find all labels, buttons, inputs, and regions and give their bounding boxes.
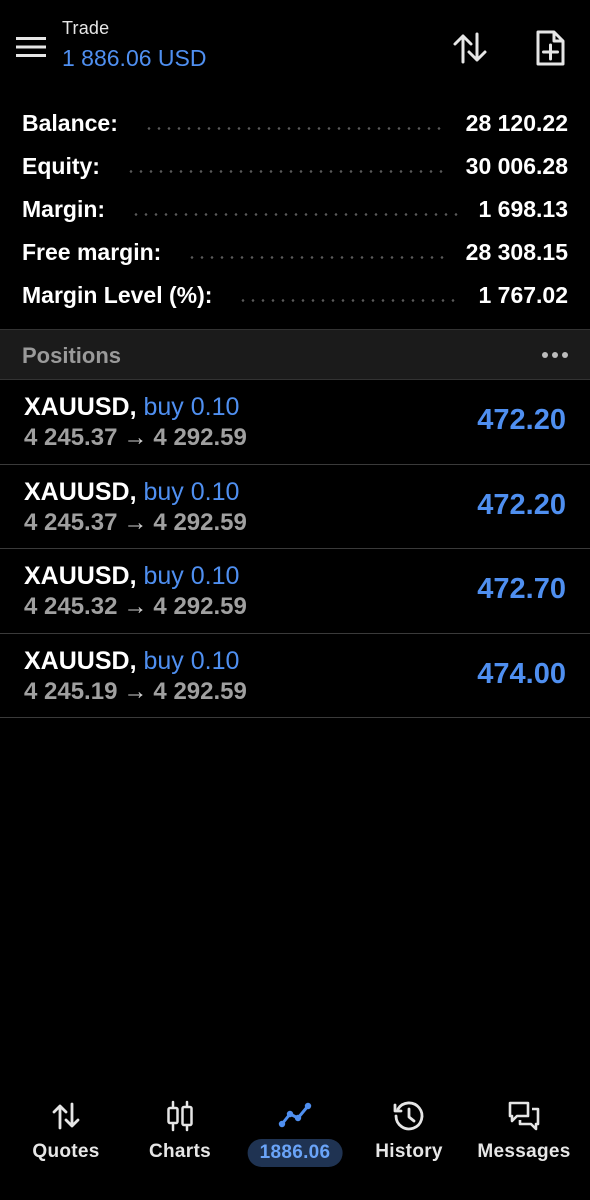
position-header: XAUUSD, buy 0.10 [24, 647, 239, 676]
summary-value: 1 767.02 [478, 282, 568, 308]
position-row[interactable]: XAUUSD, buy 0.10 4 245.37 → 4 292.59 472.2… [0, 380, 590, 465]
summary-row-equity: Equity: 30 006.28 [0, 145, 590, 188]
positions-more-button[interactable] [540, 344, 570, 366]
price-arrow: → [123, 677, 148, 705]
open-price: 4 245.32 [24, 593, 118, 620]
summary-row-margin-level: Margin Level (%): 1 767.02 [0, 274, 590, 317]
nav-label: Quotes [32, 1141, 100, 1162]
dot-leader [132, 111, 452, 137]
dot-leader [114, 154, 452, 180]
nav-trade[interactable]: 1886.06 [243, 1090, 347, 1180]
dot-leader [119, 197, 464, 223]
position-prices: 4 245.19 → 4 292.59 [24, 678, 247, 706]
up-down-arrows-icon [48, 1098, 84, 1134]
summary-row-margin: Margin: 1 698.13 [0, 188, 590, 231]
page-title: Trade [62, 18, 110, 38]
sort-arrows-icon [453, 32, 487, 64]
position-prices: 4 245.37 → 4 292.59 [24, 424, 247, 452]
position-type: buy 0.10 [143, 393, 240, 421]
summary-value: 30 006.28 [465, 153, 568, 179]
profit-subtitle: 1 886.06 USD [62, 45, 207, 71]
price-arrow: → [123, 593, 148, 620]
position-symbol: XAUUSD, [24, 393, 137, 421]
position-header: XAUUSD, buy 0.10 [24, 478, 239, 507]
position-prices: 4 245.37 → 4 292.59 [24, 509, 247, 537]
open-price: 4 245.19 [24, 677, 118, 705]
current-price: 4 292.59 [153, 593, 247, 620]
position-header: XAUUSD, buy 0.10 [24, 562, 239, 591]
nav-label: History [375, 1141, 443, 1162]
title-block: Trade 1 886.06 USD [62, 18, 206, 72]
sort-button[interactable] [448, 26, 492, 70]
positions-title: Positions [22, 343, 122, 368]
hamburger-menu-icon [16, 37, 46, 57]
price-arrow: → [123, 424, 148, 451]
new-document-icon [536, 30, 565, 66]
dot-leader [175, 240, 451, 266]
nav-messages[interactable]: Messages [470, 1090, 578, 1180]
nav-history[interactable]: History [357, 1090, 461, 1180]
current-price: 4 292.59 [153, 508, 247, 536]
nav-label: Charts [149, 1141, 211, 1162]
summary-value: 1 698.13 [478, 196, 568, 222]
history-clock-icon [391, 1098, 427, 1134]
more-dots-icon [542, 352, 568, 358]
open-price: 4 245.37 [24, 508, 118, 536]
positions-section-header: Positions [0, 329, 590, 380]
bottom-navigation: Quotes Charts 1886.06 History Messages [0, 1090, 590, 1200]
position-row[interactable]: XAUUSD, buy 0.10 4 245.19 → 4 292.59 474.0… [0, 634, 590, 718]
account-summary: Balance: 28 120.22 Equity: 30 006.28 Mar… [0, 102, 590, 317]
dot-leader [226, 283, 464, 309]
summary-row-balance: Balance: 28 120.22 [0, 102, 590, 145]
position-type: buy 0.10 [143, 646, 240, 675]
summary-label: Balance: [22, 110, 118, 136]
position-symbol: XAUUSD, [24, 562, 137, 590]
summary-label: Margin Level (%): [22, 282, 213, 308]
position-symbol: XAUUSD, [24, 646, 137, 675]
summary-value: 28 120.22 [465, 110, 568, 136]
candlestick-icon [162, 1098, 198, 1134]
open-price: 4 245.37 [24, 424, 118, 451]
position-row[interactable]: XAUUSD, buy 0.10 4 245.32 → 4 292.59 472.7… [0, 549, 590, 634]
nav-quotes[interactable]: Quotes [14, 1090, 118, 1180]
trade-screen: Trade 1 886.06 USD Balance: 28 120.22 Eq… [0, 0, 590, 1200]
summary-row-free-margin: Free margin: 28 308.15 [0, 231, 590, 274]
current-price: 4 292.59 [153, 424, 247, 451]
position-profit: 474.00 [477, 657, 566, 690]
position-header: XAUUSD, buy 0.10 [24, 393, 239, 422]
nav-label: Messages [477, 1141, 571, 1162]
summary-label: Margin: [22, 196, 106, 222]
position-row[interactable]: XAUUSD, buy 0.10 4 245.37 → 4 292.59 472.2… [0, 465, 590, 549]
summary-label: Equity: [22, 153, 100, 179]
position-prices: 4 245.32 → 4 292.59 [24, 593, 247, 621]
position-type: buy 0.10 [143, 477, 240, 506]
summary-label: Free margin: [22, 239, 162, 265]
menu-button[interactable] [14, 33, 48, 61]
position-profit: 472.20 [477, 488, 566, 521]
position-profit: 472.70 [477, 573, 566, 605]
trend-line-icon [277, 1098, 313, 1134]
nav-charts[interactable]: Charts [128, 1090, 232, 1180]
new-order-button[interactable] [528, 26, 572, 70]
app-header: Trade 1 886.06 USD [0, 0, 590, 100]
position-type: buy 0.10 [143, 562, 240, 590]
nav-trade-pill: 1886.06 [247, 1139, 343, 1167]
position-symbol: XAUUSD, [24, 477, 137, 506]
current-price: 4 292.59 [153, 677, 247, 705]
positions-list: XAUUSD, buy 0.10 4 245.37 → 4 292.59 472.2… [0, 380, 590, 718]
price-arrow: → [123, 508, 148, 536]
position-profit: 472.20 [477, 404, 566, 436]
summary-value: 28 308.15 [465, 239, 568, 265]
chat-bubbles-icon [506, 1098, 542, 1134]
